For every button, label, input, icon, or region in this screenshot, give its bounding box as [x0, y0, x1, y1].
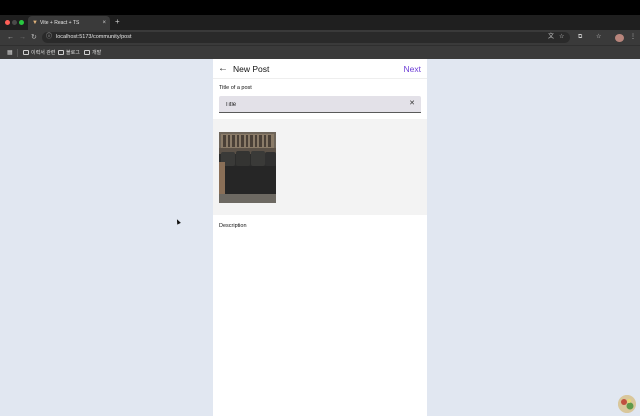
widget-icon — [618, 395, 636, 413]
folder-icon — [84, 50, 90, 55]
title-field[interactable]: ✕ — [219, 96, 421, 113]
os-top-strip — [0, 0, 640, 15]
browser-toolbar: ← → ↻ ⓘ localhost:5173/community/post 文 … — [0, 30, 640, 45]
menu-dots-icon[interactable]: ⋮ — [630, 33, 636, 42]
mouse-cursor — [175, 218, 181, 225]
description-input[interactable] — [219, 233, 421, 403]
close-icon[interactable]: ✕ — [409, 99, 415, 109]
folder-icon — [58, 50, 64, 55]
floating-avatar-widget[interactable] — [618, 395, 636, 413]
bookmark-folder[interactable]: 이력서 관련 — [23, 49, 55, 57]
address-bar[interactable]: ⓘ localhost:5173/community/post 文 ☆ — [42, 32, 570, 43]
browser-tab[interactable]: ▼ Vite + React + TS × — [28, 16, 110, 30]
window-close-button[interactable] — [5, 20, 10, 25]
reload-icon[interactable]: ↻ — [31, 33, 37, 42]
title-field-label: Title of a post — [219, 85, 252, 91]
arrow-left-icon[interactable]: ← — [218, 63, 228, 75]
translate-icon[interactable]: 文 — [548, 33, 554, 42]
bookmark-label: 블로그 — [66, 50, 80, 56]
page-viewport: ← New Post Next Title of a post ✕ — [0, 59, 640, 416]
folder-icon — [23, 50, 29, 55]
profile-avatar[interactable] — [615, 34, 624, 42]
new-tab-button[interactable]: + — [115, 17, 120, 27]
bookmarks-bar: ▦ 이력서 관련 블로그 개발 — [0, 45, 640, 59]
new-post-screen: ← New Post Next Title of a post ✕ — [213, 59, 427, 416]
title-input[interactable] — [225, 99, 395, 110]
window-minimize-button[interactable] — [12, 20, 17, 25]
sofa-photo-image — [219, 132, 276, 203]
back-nav-icon[interactable]: ← — [7, 33, 14, 42]
tab-close-icon[interactable]: × — [102, 19, 106, 27]
vite-favicon-icon: ▼ — [32, 20, 38, 26]
forward-nav-icon[interactable]: → — [19, 33, 26, 42]
bookmark-folder[interactable]: 블로그 — [58, 49, 80, 57]
reading-list-icon[interactable]: ☆ — [596, 33, 601, 42]
extensions-icon[interactable]: ⧉ — [578, 33, 582, 42]
next-button[interactable]: Next — [404, 64, 421, 75]
apps-grid-icon[interactable]: ▦ — [7, 49, 13, 57]
app-header: ← New Post Next — [213, 59, 427, 79]
image-preview-section — [213, 119, 427, 215]
bookmark-star-icon[interactable]: ☆ — [559, 33, 564, 42]
description-field-label: Description — [219, 223, 247, 229]
window-zoom-button[interactable] — [19, 20, 24, 25]
page-title: New Post — [233, 64, 270, 74]
site-info-icon[interactable]: ⓘ — [46, 33, 52, 42]
bookmark-folder[interactable]: 개발 — [84, 49, 101, 57]
uploaded-photo[interactable] — [219, 132, 276, 203]
tab-title: Vite + React + TS — [40, 20, 80, 26]
bookmark-label: 개발 — [92, 50, 102, 56]
bookmarks-divider — [17, 49, 18, 57]
bookmark-label: 이력서 관련 — [31, 50, 56, 56]
browser-tab-bar: ▼ Vite + React + TS × — [0, 15, 640, 30]
address-url[interactable]: localhost:5173/community/post — [56, 33, 132, 42]
